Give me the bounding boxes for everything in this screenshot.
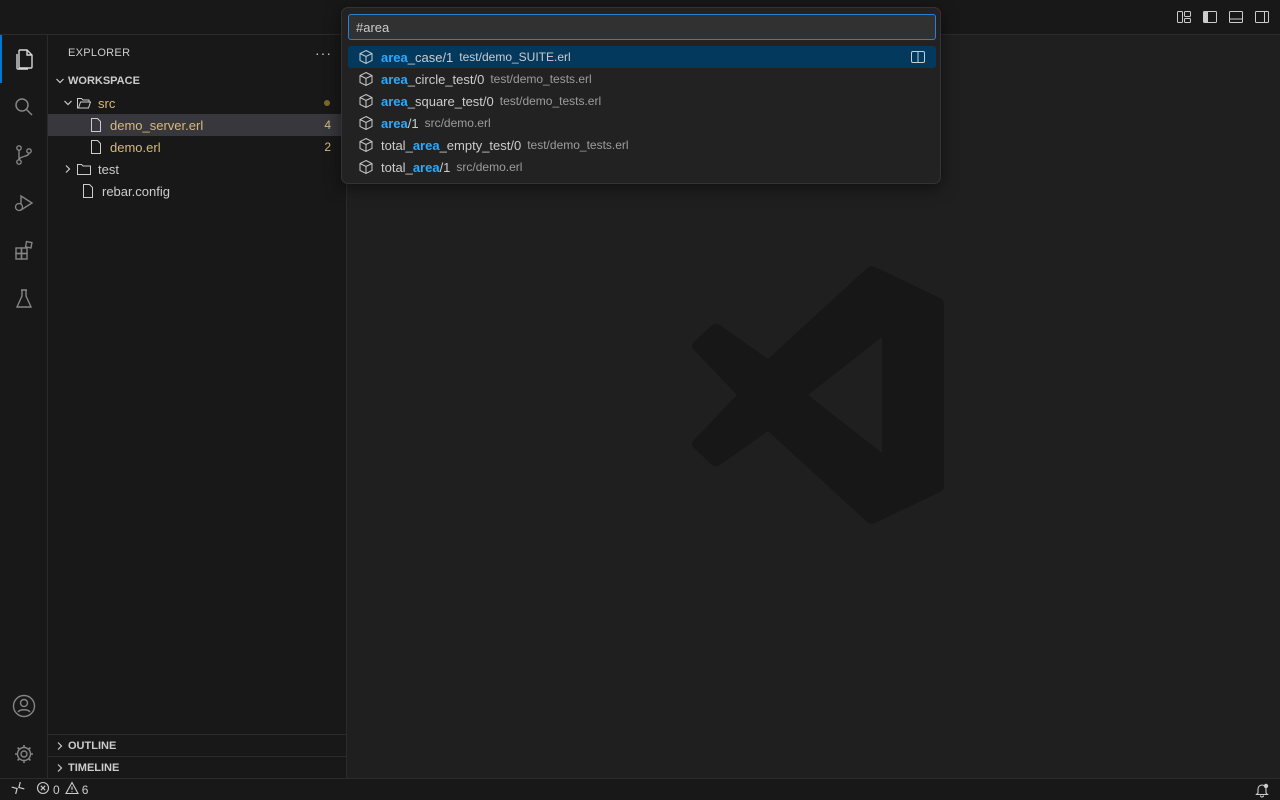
more-actions-icon[interactable]: ··· (315, 45, 332, 61)
status-bar: 0 6 (0, 778, 1280, 800)
testing-icon[interactable] (0, 275, 48, 323)
quick-pick-item[interactable]: total_ area _empty_test/0 test/demo_tests.… (348, 134, 936, 156)
tree-label: test (98, 161, 119, 177)
notifications-bell-icon[interactable] (1254, 782, 1270, 798)
folder-icon (76, 161, 92, 177)
source-control-icon[interactable] (0, 131, 48, 179)
item-match: area (412, 159, 440, 175)
quick-pick-item[interactable]: area _circle_test/0 test/demo_tests.erl (348, 68, 936, 90)
run-debug-icon[interactable] (0, 179, 48, 227)
tree-label: rebar.config (102, 183, 170, 199)
modified-dot (324, 100, 330, 106)
error-icon (36, 781, 50, 798)
item-match: area (381, 115, 408, 131)
method-symbol-icon (358, 115, 374, 131)
problem-count-badge: 4 (324, 118, 331, 132)
item-rest: _square_test/0 (407, 93, 494, 109)
chevron-right-icon (52, 738, 68, 754)
item-path: test/demo_tests.erl (527, 138, 629, 152)
symbol-quick-pick: #area area _case/1 test/demo_SUITE.erl ar… (341, 7, 941, 184)
item-match: area (381, 93, 408, 109)
item-path: test/demo_SUITE.erl (459, 50, 571, 64)
tree-label: src (98, 95, 116, 111)
file-icon (80, 183, 96, 199)
toggle-secondary-sidebar-icon[interactable] (1254, 9, 1270, 25)
remote-indicator[interactable] (10, 780, 26, 799)
item-match: area (381, 71, 408, 87)
quick-pick-input[interactable]: #area (348, 14, 936, 40)
timeline-section-header[interactable]: TIMELINE (48, 756, 347, 778)
tree-folder-src[interactable]: src (48, 92, 347, 114)
warning-count: 6 (81, 782, 89, 797)
open-to-side-icon[interactable] (910, 49, 926, 65)
item-path: test/demo_tests.erl (499, 94, 602, 108)
toggle-panel-icon[interactable] (1228, 9, 1244, 25)
problem-count-badge: 2 (324, 140, 331, 154)
item-rest: /1 (439, 159, 451, 175)
item-match: area (381, 49, 408, 65)
workspace-label: WORKSPACE (68, 75, 140, 87)
chevron-down-icon (60, 95, 76, 111)
problems-indicator[interactable]: 0 6 (36, 781, 88, 798)
layout-controls (1176, 9, 1270, 25)
method-symbol-icon (358, 49, 374, 65)
explorer-icon[interactable] (0, 35, 48, 83)
item-path: src/demo.erl (456, 160, 523, 174)
manage-gear-icon[interactable] (0, 730, 48, 778)
tree-file-rebar-config[interactable]: rebar.config (48, 180, 347, 202)
item-path: src/demo.erl (424, 116, 491, 130)
method-symbol-icon (358, 93, 374, 109)
error-count: 0 (53, 782, 60, 797)
quick-pick-item[interactable]: area _case/1 test/demo_SUITE.erl (348, 46, 936, 68)
method-symbol-icon (358, 137, 374, 153)
tree-label: demo.erl (110, 139, 161, 155)
tree-label: demo_server.erl (110, 117, 204, 133)
accounts-icon[interactable] (0, 682, 48, 730)
item-prefix: total_ (381, 137, 413, 153)
folder-open-icon (76, 95, 92, 111)
tree-file-demo-server[interactable]: demo_server.erl 4 (48, 114, 347, 136)
remote-icon (10, 780, 26, 799)
item-rest: _case/1 (407, 49, 454, 65)
item-rest: /1 (407, 115, 419, 131)
chevron-right-icon (52, 760, 68, 776)
item-prefix: total_ (381, 159, 413, 175)
quick-pick-results: area _case/1 test/demo_SUITE.erl area _cir… (348, 46, 936, 178)
extensions-icon[interactable] (0, 227, 48, 275)
sidebar-title: EXPLORER (68, 46, 131, 59)
quick-pick-item[interactable]: area _square_test/0 test/demo_tests.erl (348, 90, 936, 112)
vscode-watermark-logo (692, 266, 944, 524)
workspace-section-header[interactable]: WORKSPACE (48, 70, 347, 92)
item-path: test/demo_tests.erl (490, 72, 592, 86)
item-rest: _circle_test/0 (407, 71, 485, 87)
quick-pick-item[interactable]: area/1 src/demo.erl (348, 112, 936, 134)
chevron-down-icon (52, 73, 68, 89)
tree-file-demo[interactable]: demo.erl 2 (48, 136, 347, 158)
file-icon (88, 139, 104, 155)
search-icon[interactable] (0, 83, 48, 131)
outline-section-header[interactable]: OUTLINE (48, 734, 347, 756)
outline-label: OUTLINE (68, 739, 117, 752)
method-symbol-icon (358, 159, 374, 175)
item-rest: _empty_test/0 (439, 137, 522, 153)
file-icon (88, 117, 104, 133)
activity-bar (0, 35, 48, 778)
warning-icon (64, 781, 79, 798)
quick-pick-item[interactable]: total_ area/1 src/demo.erl (348, 156, 936, 178)
customize-layout-icon[interactable] (1176, 9, 1192, 25)
timeline-label: TIMELINE (68, 761, 120, 774)
explorer-sidebar: EXPLORER ··· WORKSPACE src demo_server.e… (48, 35, 347, 778)
method-symbol-icon (358, 71, 374, 87)
item-match: area (412, 137, 440, 153)
chevron-right-icon (60, 161, 76, 177)
toggle-primary-sidebar-icon[interactable] (1202, 9, 1218, 25)
tree-folder-test[interactable]: test (48, 158, 347, 180)
